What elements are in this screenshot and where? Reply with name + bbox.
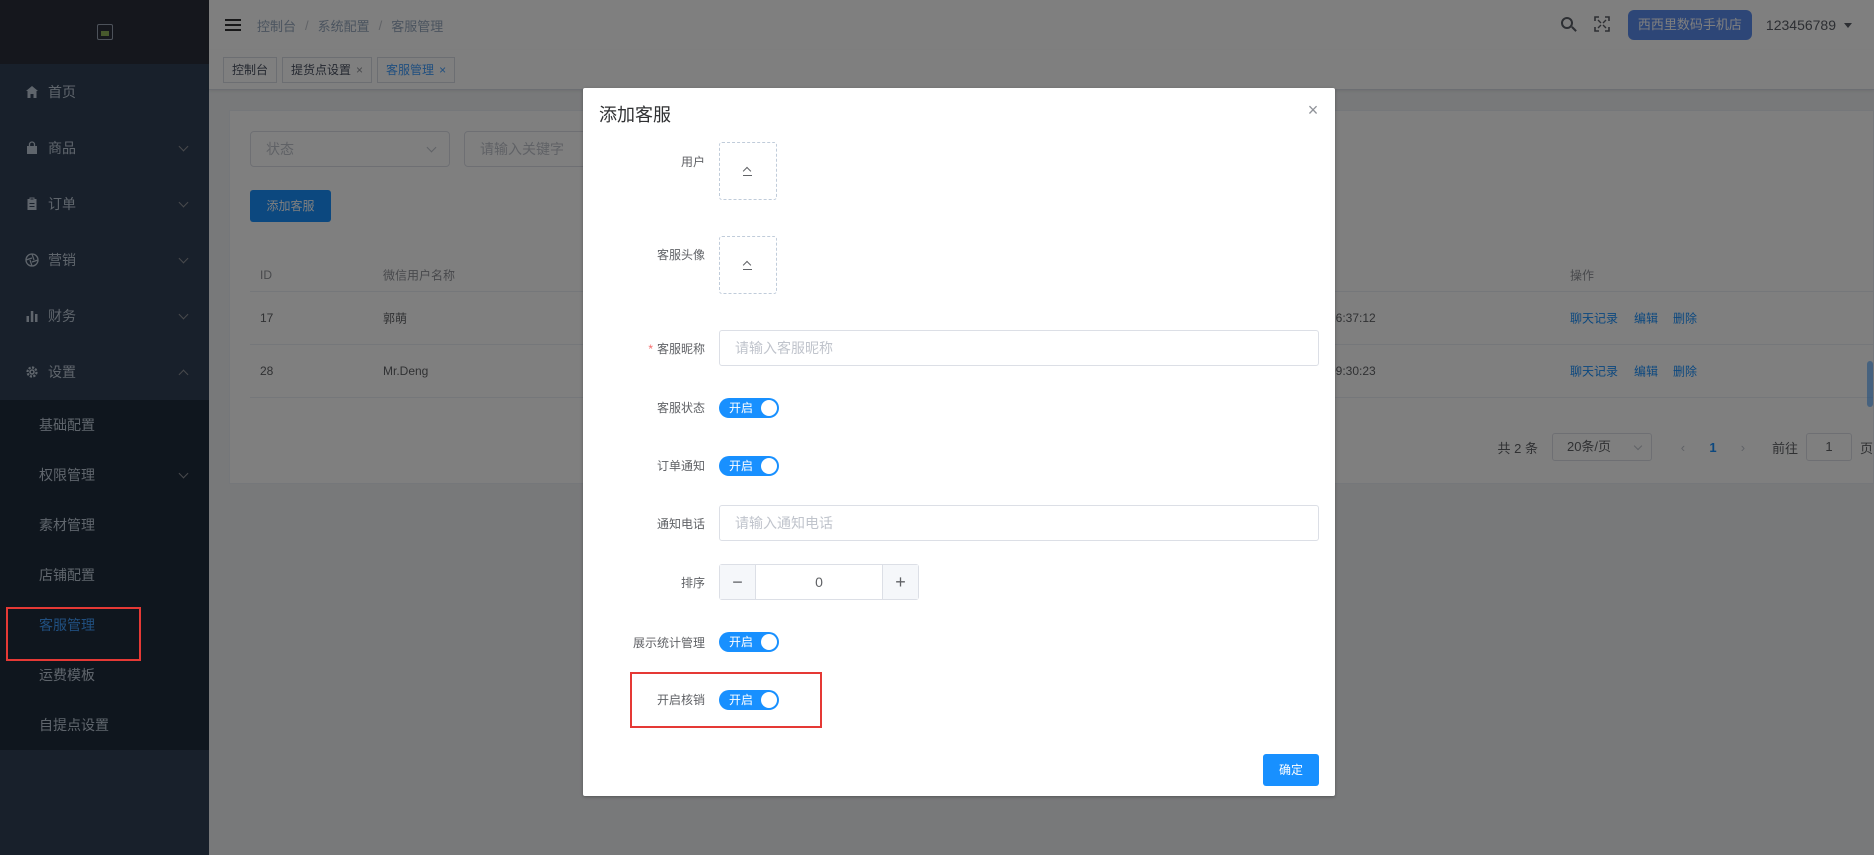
nickname-placeholder: 请输入客服昵称 — [735, 340, 833, 356]
notify-phone-label: 通知电话 — [656, 517, 705, 531]
switch-knob — [761, 634, 777, 650]
order-notify-switch[interactable]: 开启 — [719, 456, 779, 476]
sort-stepper: − 0 + — [719, 564, 919, 600]
verify-label: 开启核销 — [656, 693, 705, 707]
user-label: 用户 — [680, 155, 705, 169]
increment-button[interactable]: + — [882, 565, 918, 599]
switch-knob — [761, 692, 777, 708]
verify-switch[interactable]: 开启 — [719, 690, 779, 710]
show-stats-label: 展示统计管理 — [632, 636, 705, 650]
dialog-title: 添加客服 — [599, 105, 671, 125]
notify-phone-input[interactable]: 请输入通知电话 — [719, 505, 1319, 541]
status-label: 客服状态 — [656, 401, 705, 415]
nickname-label: * 客服昵称 — [648, 342, 705, 356]
switch-label: 开启 — [729, 693, 754, 707]
confirm-button[interactable]: 确定 — [1263, 754, 1319, 786]
nickname-input[interactable]: 请输入客服昵称 — [719, 330, 1319, 366]
switch-label: 开启 — [729, 635, 754, 649]
switch-label: 开启 — [729, 459, 754, 473]
decrement-button[interactable]: − — [720, 565, 756, 599]
upload-icon — [743, 166, 753, 176]
user-upload[interactable] — [719, 142, 777, 200]
upload-icon — [743, 260, 753, 270]
avatar-upload[interactable] — [719, 236, 777, 294]
sort-value[interactable]: 0 — [756, 565, 882, 599]
add-customer-service-dialog: 添加客服 × 用户 客服头像 * 客服昵称 请输入客服昵称 客服状态 开启 订单通… — [583, 88, 1335, 796]
switch-label: 开启 — [729, 401, 754, 415]
status-switch[interactable]: 开启 — [719, 398, 779, 418]
switch-knob — [761, 458, 777, 474]
notify-phone-placeholder: 请输入通知电话 — [735, 515, 833, 531]
avatar-label: 客服头像 — [656, 248, 705, 262]
order-notify-label: 订单通知 — [656, 459, 705, 473]
close-icon[interactable]: × — [1305, 101, 1321, 119]
show-stats-switch[interactable]: 开启 — [719, 632, 779, 652]
switch-knob — [761, 400, 777, 416]
sort-label: 排序 — [680, 576, 705, 590]
